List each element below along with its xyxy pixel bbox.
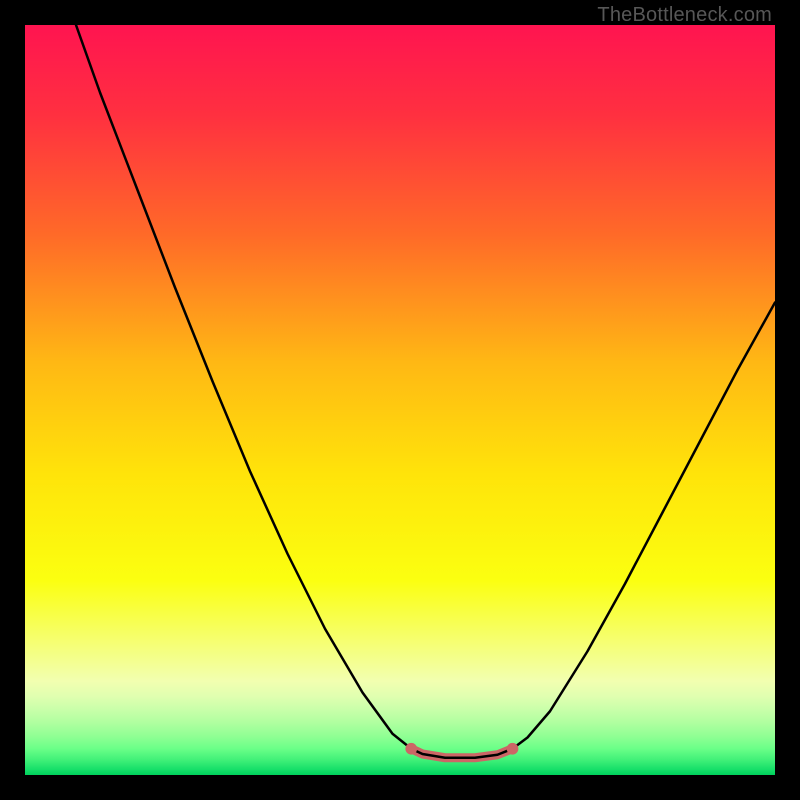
bottleneck-curve-plot <box>25 25 775 775</box>
attribution-text: TheBottleneck.com <box>597 4 772 27</box>
chart-container: TheBottleneck.com <box>0 0 800 800</box>
highlight-start-dot <box>405 743 417 755</box>
highlight-end-dot <box>507 743 519 755</box>
gradient-background <box>25 25 775 775</box>
